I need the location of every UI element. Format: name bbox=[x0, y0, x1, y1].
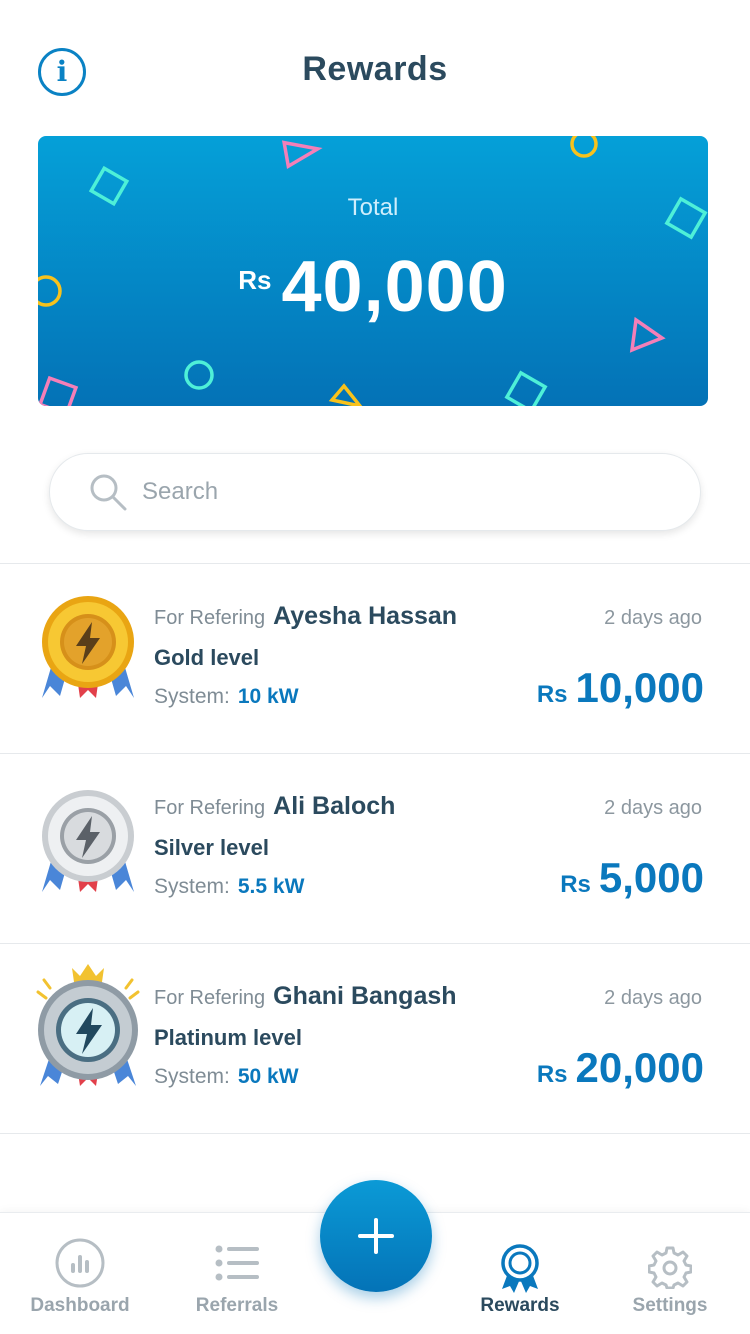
plus-icon bbox=[358, 1218, 394, 1254]
reward-amount: Rs 10,000 bbox=[537, 664, 704, 712]
system-value: 5.5 kW bbox=[237, 875, 305, 898]
reward-row[interactable]: For Refering Ali Baloch Silver level Syst… bbox=[0, 754, 750, 944]
dashboard-icon bbox=[55, 1238, 105, 1288]
rewards-icon bbox=[501, 1244, 539, 1293]
reward-amount: Rs 5,000 bbox=[560, 854, 704, 902]
tab-settings[interactable]: Settings bbox=[595, 1213, 745, 1334]
tab-label: Referrals bbox=[195, 1295, 279, 1316]
tab-referrals[interactable]: Referrals bbox=[162, 1213, 312, 1334]
referral-name: Ali Baloch bbox=[273, 792, 396, 820]
reward-time: 2 days ago bbox=[604, 797, 702, 819]
reward-prefix: For Refering bbox=[154, 797, 266, 819]
system-label: System: bbox=[154, 875, 230, 898]
tab-label: Rewards bbox=[480, 1295, 560, 1316]
tab-label: Dashboard bbox=[30, 1295, 130, 1316]
platinum-medal-icon bbox=[36, 964, 140, 1088]
reward-currency: Rs bbox=[560, 871, 591, 898]
reward-amount: Rs 20,000 bbox=[537, 1044, 704, 1092]
tab-dashboard[interactable]: Dashboard bbox=[5, 1213, 155, 1334]
system-value: 50 kW bbox=[237, 1065, 299, 1088]
reward-currency: Rs bbox=[536, 681, 568, 708]
reward-time: 2 days ago bbox=[604, 607, 702, 629]
reward-prefix: For Refering bbox=[154, 987, 266, 1009]
rewards-list: For Refering Ayesha Hassan Gold level Sys… bbox=[0, 563, 750, 1134]
total-amount: Rs 40,000 bbox=[38, 246, 708, 328]
reward-prefix: For Refering bbox=[154, 607, 266, 629]
silver-medal-icon bbox=[42, 790, 134, 898]
page-title: Rewards bbox=[302, 50, 448, 88]
search-bar[interactable] bbox=[49, 453, 701, 531]
search-icon bbox=[90, 474, 127, 511]
referral-name: Ayesha Hassan bbox=[273, 602, 458, 630]
search-input[interactable] bbox=[142, 478, 662, 506]
add-button[interactable] bbox=[320, 1180, 432, 1292]
reward-value: 20,000 bbox=[575, 1044, 704, 1091]
reward-row[interactable]: For Refering Ghani Bangash Platinum level… bbox=[0, 944, 750, 1134]
total-currency: Rs bbox=[238, 265, 272, 295]
system-label: System: bbox=[154, 1065, 230, 1088]
reward-time: 2 days ago bbox=[604, 987, 702, 1009]
gold-medal-icon bbox=[42, 596, 134, 704]
tab-label: Settings bbox=[632, 1295, 708, 1316]
reward-level: Gold level bbox=[154, 645, 260, 670]
reward-row[interactable]: For Refering Ayesha Hassan Gold level Sys… bbox=[0, 564, 750, 754]
system-label: System: bbox=[154, 685, 230, 708]
total-rewards-card: Total Rs 40,000 bbox=[38, 136, 708, 406]
gear-icon bbox=[648, 1246, 692, 1289]
list-icon bbox=[215, 1245, 259, 1281]
total-label: Total bbox=[347, 194, 399, 221]
tab-rewards[interactable]: Rewards bbox=[445, 1213, 595, 1334]
reward-level: Silver level bbox=[154, 835, 269, 860]
reward-value: 5,000 bbox=[598, 854, 704, 901]
total-value: 40,000 bbox=[281, 247, 508, 327]
referral-name: Ghani Bangash bbox=[273, 982, 457, 1010]
reward-value: 10,000 bbox=[575, 664, 704, 711]
reward-level: Platinum level bbox=[154, 1025, 302, 1050]
reward-currency: Rs bbox=[536, 1061, 568, 1088]
system-value: 10 kW bbox=[237, 685, 299, 708]
header: i Rewards bbox=[0, 0, 750, 130]
